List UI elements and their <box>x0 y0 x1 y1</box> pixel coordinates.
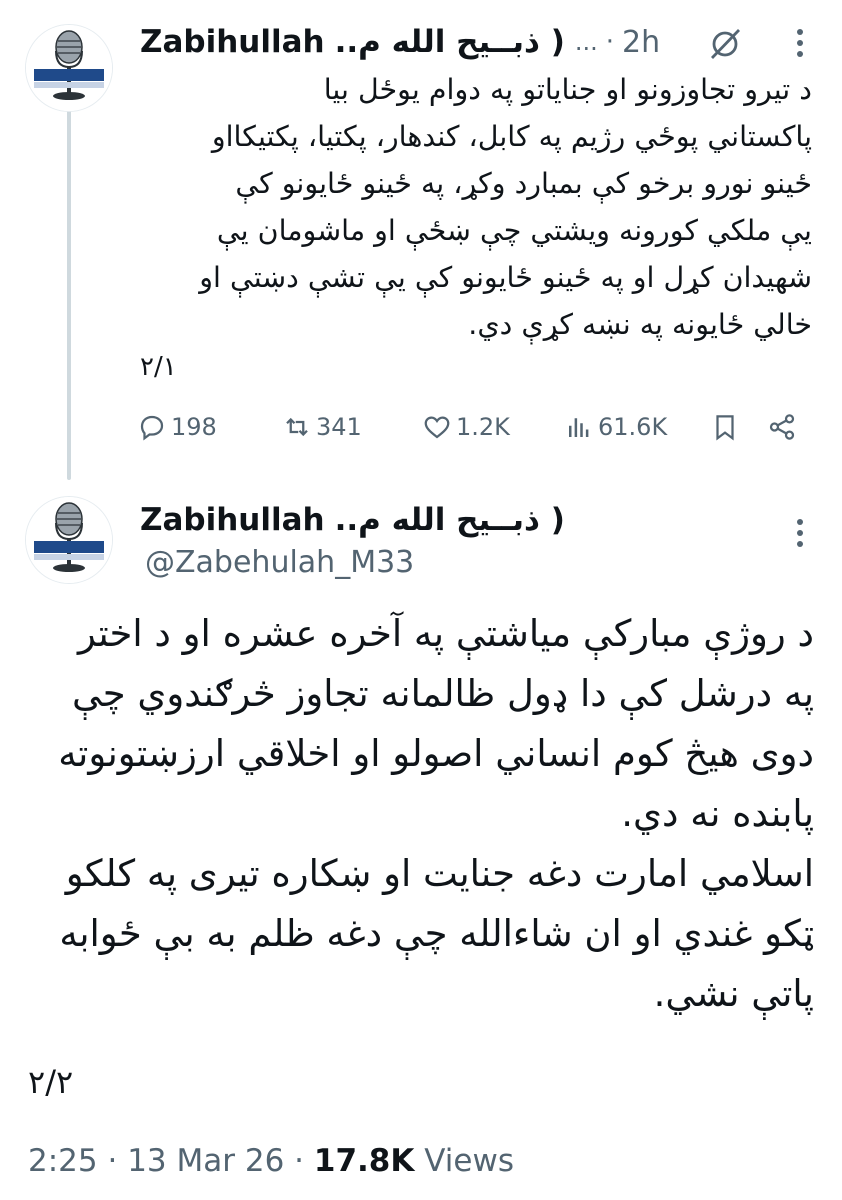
reply-count: 198 <box>171 413 217 441</box>
text-line: پاتې نشي. <box>653 972 814 1015</box>
share-button[interactable] <box>767 412 797 446</box>
author-name[interactable]: Zabihullah <box>140 502 325 538</box>
tweet1-text: د تیرو تجاوزونو او جنایاتو په دوام یوځل … <box>140 66 812 348</box>
like-icon <box>424 416 450 439</box>
text-line: پابنده نه دي. <box>621 792 814 835</box>
avatar[interactable] <box>25 496 113 584</box>
bookmark-button[interactable] <box>710 412 740 446</box>
post-date[interactable]: 13 Mar 26 <box>127 1143 284 1179</box>
views-count: 61.6K <box>598 413 668 441</box>
grok-icon[interactable] <box>707 26 743 66</box>
tweet2-header: Zabihullah ( ذبــیح الله م.. <box>140 502 565 538</box>
text-line: خالي ځایونه په نښه کړې دي. <box>468 308 812 341</box>
like-button[interactable]: 1.2K <box>422 412 510 442</box>
tweet2-text: د روژې مبارکې میاشتې په آخره عشره او د ا… <box>20 604 814 1024</box>
text-line: د تیرو تجاوزونو او جنایاتو په دوام یوځل … <box>323 73 812 106</box>
text-line: ځینو نورو برخو کې بمبارد وکړ، په ځینو ځا… <box>235 167 812 200</box>
post-time[interactable]: 2:25 <box>28 1143 98 1179</box>
microphone-avatar-icon <box>26 497 112 583</box>
thread-counter: ۲/۲ <box>28 1063 74 1101</box>
share-icon <box>769 414 795 440</box>
tweet-time[interactable]: 2h <box>622 25 660 60</box>
repost-button[interactable]: 341 <box>282 412 362 442</box>
more-icon[interactable] <box>794 518 806 552</box>
views-total: 17.8K <box>313 1143 415 1179</box>
author-handle[interactable]: @Zabehulah_M33 <box>145 545 414 580</box>
author-name[interactable]: Zabihullah <box>140 24 325 60</box>
views-icon <box>569 418 589 437</box>
tweet1-action-bar: 198 341 1.2K 61.6K <box>137 412 807 452</box>
avatar[interactable] <box>25 24 113 112</box>
text-line: په درشل کې دا ډول ظالمانه تجاوز څرګندوي … <box>71 672 814 715</box>
tweet-meta-footer: 2:25 · 13 Mar 26 · 17.8K Views <box>28 1143 514 1179</box>
text-line: د روژې مبارکې میاشتې په آخره عشره او د ا… <box>77 612 814 655</box>
author-name-rtl[interactable]: ( ذبــیح الله م.. <box>335 24 565 60</box>
separator-dot: · <box>294 1143 314 1179</box>
text-line: یې ملکي کورونه ویشتي چې ښځې او ماشومان ی… <box>216 214 812 247</box>
separator-dot: · <box>605 27 615 57</box>
tweet1-header: Zabihullah ( ذبــیح الله م.. ... · 2h <box>140 24 660 60</box>
more-icon[interactable] <box>794 28 806 62</box>
views-button[interactable]: 61.6K <box>564 412 667 442</box>
text-line: اسلامي امارت دغه جنایت او ښکاره تیری په … <box>65 852 814 895</box>
microphone-avatar-icon <box>26 25 112 111</box>
text-line: ټکو غندي او ان شاءالله چې دغه ظلم به بې … <box>59 912 814 955</box>
text-line: دوی هیڅ کوم انساني اصولو او اخلاقي ارزښت… <box>58 732 814 775</box>
separator-dot: · <box>107 1143 128 1179</box>
repost-count: 341 <box>316 413 362 441</box>
like-count: 1.2K <box>456 413 510 441</box>
repost-icon <box>286 417 308 437</box>
name-truncation: ... <box>574 28 598 56</box>
views-label: Views <box>424 1143 514 1179</box>
text-line: شهیدان کړل او په ځینو ځایونو کې یې تشې د… <box>199 261 812 294</box>
reply-button[interactable]: 198 <box>137 412 217 442</box>
thread-connector-line <box>67 110 71 480</box>
thread-counter: ۲/۱ <box>140 352 177 382</box>
bookmark-icon <box>716 415 734 441</box>
text-line: پاکستاني پوځي رژیم په کابل، کندهار، پکتی… <box>211 120 812 153</box>
author-name-rtl[interactable]: ( ذبــیح الله م.. <box>335 502 565 538</box>
reply-icon <box>140 415 164 441</box>
